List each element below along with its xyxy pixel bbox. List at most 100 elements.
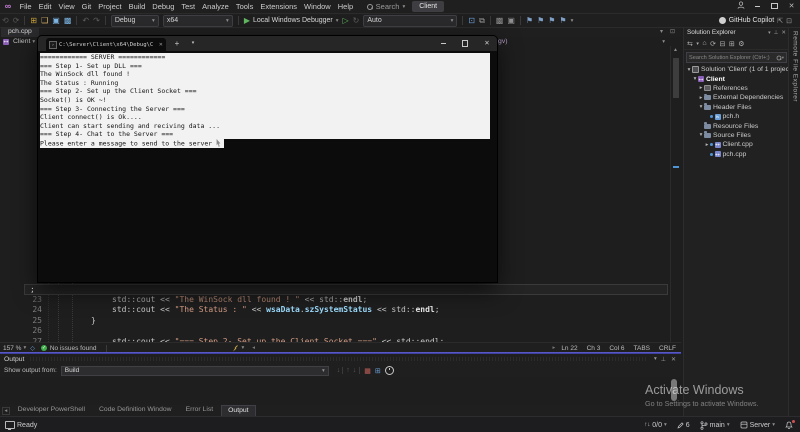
tree-item-client[interactable]: ▾ ++ Client <box>684 74 789 83</box>
code-line-23[interactable]: 23 std::cout << "The WinSock dll found ! … <box>0 295 681 306</box>
indent-mode-indicator[interactable]: TABS <box>634 345 651 352</box>
undo-icon[interactable]: ↶ <box>82 14 89 27</box>
save-icon[interactable]: ▣ <box>52 14 60 27</box>
terminal-output[interactable]: ============ SERVER ============ === Step… <box>40 53 495 149</box>
editor-vertical-scrollbar[interactable]: ▲ <box>670 46 681 342</box>
tree-item-pch-h[interactable]: h pch.h <box>684 112 789 121</box>
bookmark-next-icon[interactable]: ⚑ <box>537 14 544 27</box>
start-debugging-button[interactable]: ▶ Local Windows Debugger ▾ <box>244 16 339 25</box>
console-maximize-button[interactable] <box>455 36 475 51</box>
pin-icon[interactable]: ⊥ <box>661 356 666 363</box>
uncomment-icon[interactable]: ▣ <box>507 14 515 27</box>
hscroll-right-arrow-icon[interactable]: ▸ <box>553 345 556 351</box>
code-line-24[interactable]: 24 std::cout << "The Status : " << wsaDat… <box>0 305 681 316</box>
pending-changes-button[interactable]: 6 <box>677 422 690 429</box>
line-ending-indicator[interactable]: CRLF <box>659 345 676 352</box>
repository-button[interactable]: Server ▾ <box>740 421 775 429</box>
home-icon[interactable]: ⌂ <box>702 40 706 47</box>
menu-tools[interactable]: Tools <box>232 0 257 13</box>
chevron-down-icon[interactable]: ▾ <box>654 356 657 362</box>
feedback-icon[interactable] <box>5 421 15 430</box>
issues-indicator[interactable]: ✓ No issues found <box>40 345 96 352</box>
close-button[interactable]: ✕ <box>783 0 800 13</box>
console-close-button[interactable]: ✕ <box>477 36 497 51</box>
solution-explorer-header[interactable]: Solution Explorer ▾ ⊥ ✕ <box>684 27 789 38</box>
panel-tab-output[interactable]: Output <box>221 404 256 417</box>
console-tab[interactable]: › C:\Server\Client\x64\Debug\C ✕ <box>46 38 166 51</box>
show-all-files-icon[interactable]: ⊞ <box>729 40 735 48</box>
pin-icon[interactable]: ⊥ <box>774 30 779 36</box>
open-folder-icon[interactable]: ❑ <box>41 14 48 27</box>
tree-item-resource-files[interactable]: Resource Files <box>684 121 789 130</box>
member-dropdown-icon[interactable]: ▾ <box>662 38 665 45</box>
tree-item-external-dependencies[interactable]: ▸ External Dependencies <box>684 93 789 102</box>
output-source-select[interactable]: Build ▾ <box>60 365 329 376</box>
chevron-down-icon[interactable]: ▾ <box>768 30 771 36</box>
console-title-bar[interactable]: › C:\Server\Client\x64\Debug\C ✕ + ▾ ✕ <box>38 36 497 51</box>
panel-tab-code-definition-window[interactable]: Code Definition Window <box>93 405 178 417</box>
find-message-icon[interactable]: ↓ <box>337 367 341 374</box>
scroll-up-arrow-icon[interactable]: ▲ <box>673 47 678 53</box>
back-icon[interactable]: ⟲ <box>2 14 9 27</box>
switch-views-icon[interactable]: ⇆ <box>687 40 693 48</box>
chevron-down-icon[interactable]: ▾ <box>696 41 699 47</box>
code-line-26[interactable]: 26 <box>0 326 681 337</box>
attach-process-icon[interactable]: ⊡ <box>468 14 475 27</box>
minimize-button[interactable] <box>749 0 766 13</box>
menu-help[interactable]: Help <box>334 0 356 13</box>
panel-tab-developer-powershell[interactable]: Developer PowerShell <box>12 405 91 417</box>
tree-item-source-files[interactable]: ▾ Source Files <box>684 131 789 140</box>
new-project-icon[interactable]: ⊞ <box>30 14 37 27</box>
drag-grip[interactable] <box>30 357 648 361</box>
maximize-button[interactable] <box>766 0 783 13</box>
save-all-icon[interactable]: ▩ <box>64 14 72 27</box>
menu-view[interactable]: View <box>55 0 78 13</box>
prev-message-icon[interactable]: ↑ <box>346 367 350 374</box>
bookmark-toggle-icon[interactable]: ⚑ <box>548 14 555 27</box>
menu-test[interactable]: Test <box>178 0 199 13</box>
character-indicator[interactable]: Ch 3 <box>587 345 601 352</box>
close-icon[interactable]: ✕ <box>781 30 786 36</box>
auto-dropdown[interactable]: Auto ▾ <box>363 14 458 27</box>
account-icon[interactable] <box>732 0 749 13</box>
branch-button[interactable]: main ▾ <box>700 420 730 430</box>
code-line-25[interactable]: 25} <box>0 316 681 327</box>
column-indicator[interactable]: Col 6 <box>609 345 624 352</box>
scrollbar-thumb[interactable] <box>673 58 679 98</box>
properties-icon[interactable]: ⚙ <box>738 40 744 48</box>
code-cleanup-button[interactable]: ▾ <box>232 344 244 352</box>
toolbar-overflow-icon[interactable]: ▾ <box>571 18 574 24</box>
bookmark-clear-icon[interactable]: ⚑ <box>559 14 566 27</box>
menu-window[interactable]: Window <box>301 0 335 13</box>
tab-scroll-left-icon[interactable]: ◂ <box>2 406 10 415</box>
solution-search-input[interactable]: Search Solution Explorer (Ctrl+;) ▾ <box>686 52 787 63</box>
copilot-badge[interactable]: GitHub Copilot ⇱ ⊡ <box>718 17 792 25</box>
menu-analyze[interactable]: Analyze <box>199 0 233 13</box>
bookmark-prev-icon[interactable]: ⚑ <box>526 14 533 27</box>
document-list-icon[interactable]: ▾ <box>660 28 663 35</box>
notifications-button[interactable] <box>785 419 795 430</box>
output-panel-header[interactable]: Output ▾ ⊥ ✕ <box>0 354 681 364</box>
search-box[interactable]: Search ▾ <box>366 2 405 11</box>
tree-item-solution-client-1-of-1-project[interactable]: ▾ Solution 'Client' (1 of 1 project) <box>684 65 789 74</box>
zoom-control[interactable]: 157 % ▾ <box>3 345 26 352</box>
panel-splitter[interactable] <box>0 352 681 354</box>
find-in-files-icon[interactable]: ⧉ <box>479 14 485 27</box>
tree-item-pch-cpp[interactable]: ++ pch.cpp <box>684 150 789 159</box>
tree-item-client-cpp[interactable]: ▸ ++ Client.cpp <box>684 140 789 149</box>
panel-tab-error-list[interactable]: Error List <box>180 405 220 417</box>
clock-icon[interactable] <box>384 366 394 375</box>
copilot-panel-icon[interactable]: ⊡ <box>786 17 792 25</box>
solution-name-chip[interactable]: Client <box>412 1 445 12</box>
collapse-all-icon[interactable]: ⊟ <box>720 40 726 48</box>
git-sync-button[interactable]: ↑↓ 0/0 ▾ <box>644 422 667 429</box>
console-window[interactable]: › C:\Server\Client\x64\Debug\C ✕ + ▾ ✕ =… <box>38 36 497 282</box>
window-layout-icon[interactable]: ⊡ <box>670 28 675 35</box>
menu-file[interactable]: File <box>16 0 35 13</box>
menu-extensions[interactable]: Extensions <box>257 0 301 13</box>
tab-pch-cpp[interactable]: pch.cpp <box>1 27 39 37</box>
forward-icon[interactable]: ⟳ <box>13 14 20 27</box>
refresh-icon[interactable]: ⟳ <box>710 40 716 48</box>
start-without-debugging-icon[interactable]: ▷ <box>343 14 349 27</box>
tab-close-icon[interactable]: ✕ <box>159 42 163 48</box>
